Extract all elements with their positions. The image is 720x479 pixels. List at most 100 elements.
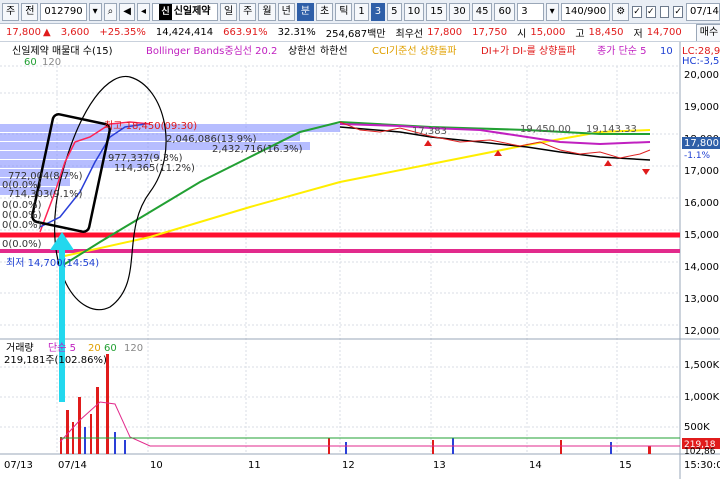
code-dropdown-icon[interactable]: ▾	[88, 2, 102, 21]
volume-ma-label: 단순 5	[48, 342, 76, 354]
legend-ma120: 120	[42, 57, 61, 68]
volume-bar	[560, 440, 562, 454]
volume-last-ma: 102,86	[684, 447, 716, 457]
open-label: 시	[517, 29, 527, 40]
time-axis-label: 10	[150, 460, 163, 471]
zero-label: 0(0.0%)	[2, 220, 42, 231]
checkbox-4[interactable]: ✓	[673, 5, 684, 18]
volume-bar	[610, 442, 612, 454]
prev-stock-icon[interactable]: ◂	[136, 2, 150, 21]
volume-ma20: 20	[88, 343, 101, 354]
sound-icon[interactable]: ◀	[119, 2, 135, 21]
up-arrow-icon: ▲	[43, 27, 51, 38]
chart-area[interactable]: 20,000 19,000 18,000 17,000 16,000 15,00…	[0, 42, 720, 479]
volume-ma60: 60	[104, 343, 117, 354]
volume-ma120: 120	[124, 343, 143, 354]
time-axis-label: 11	[248, 460, 261, 471]
quote-bar: 17,800 ▲ 3,600 +25.35% 14,424,414 663.91…	[0, 24, 720, 42]
volume-bar	[106, 354, 109, 454]
legend-cci: CCI기준선 상향돌파	[372, 45, 457, 57]
interval-45-button[interactable]: 45	[471, 2, 493, 21]
legend-upper: 상한선	[288, 45, 316, 57]
interval-5-button[interactable]: 5	[387, 2, 402, 21]
period-tick-tab[interactable]: 틱	[335, 2, 353, 21]
low-price: 14,700	[646, 27, 682, 38]
high-price: 18,450	[588, 27, 624, 38]
volume-bar	[84, 427, 86, 454]
volume-value: 14,424,414	[155, 27, 214, 38]
interval-15-button[interactable]: 15	[426, 2, 447, 21]
legend-ma60: 60	[24, 57, 37, 68]
price-axis-label: 17,000	[684, 166, 719, 177]
period-second-tab[interactable]: 초	[315, 2, 334, 21]
time-axis-label: 12	[342, 460, 355, 471]
period-minute-tab[interactable]: 분	[296, 2, 314, 21]
interval-60-button[interactable]: 60	[494, 2, 516, 21]
period-day-tab[interactable]: 일	[219, 2, 238, 21]
period-year-tab[interactable]: 년	[277, 2, 295, 21]
best-price-label: 최우선	[395, 29, 424, 40]
time-axis-label: 13	[433, 460, 446, 471]
time-axis-label: 14	[529, 460, 542, 471]
order-type-selector[interactable]: 전	[21, 2, 39, 21]
high-annotation: 최고 18,450(09:30)	[104, 120, 197, 132]
search-icon[interactable]: ⌕	[103, 2, 118, 21]
best-bid: 17,750	[472, 27, 508, 38]
low-label: 저	[633, 29, 643, 40]
stock-chart[interactable]: 20,000 19,000 18,000 17,000 16,000 15,00…	[0, 42, 720, 479]
price-axis-label: 20,000	[684, 70, 719, 81]
high-label: 고	[575, 29, 585, 40]
buy-button[interactable]: 매수	[695, 24, 720, 41]
price-axis-label: 14,000	[684, 262, 719, 273]
period-month-tab[interactable]: 월	[258, 2, 276, 21]
legend-close-ma: 종가 단순 5	[597, 45, 647, 57]
interval-1-button[interactable]: 1	[354, 2, 369, 21]
time-axis-label: 07/14	[58, 460, 87, 471]
interval-30-button[interactable]: 30	[448, 2, 470, 21]
right-annotation: 17,383	[412, 126, 447, 137]
trade-amount: 254,687백만	[325, 29, 386, 40]
right-annotation: 19,143.33	[586, 124, 637, 135]
best-ask: 17,800	[427, 27, 463, 38]
price-axis: 20,000 19,000 18,000 17,000 16,000 15,00…	[684, 70, 719, 337]
checkbox-3[interactable]	[659, 5, 670, 18]
date-input[interactable]: 07/14	[686, 2, 720, 21]
interval-dropdown-icon[interactable]: ▾	[545, 2, 559, 21]
volume-title: 거래량	[6, 342, 34, 354]
interval-combo[interactable]: 3	[517, 2, 544, 21]
price-change: 3,600	[60, 27, 90, 38]
market-selector[interactable]: 주	[2, 2, 20, 21]
volume-bar	[432, 440, 434, 454]
price-axis-label: 12,000	[684, 326, 719, 337]
right-annotation: 19,450.00	[520, 124, 571, 135]
current-change-text: -1.1%	[684, 151, 711, 161]
legend-hc: HC:-3,5	[682, 56, 719, 67]
stock-name-badge: 신	[159, 3, 172, 20]
legend-title: 신일제약 매물대 수(15)	[12, 45, 113, 57]
volume-bar	[345, 442, 347, 454]
checkbox-1[interactable]: ✓	[632, 5, 642, 18]
legend-lower: 하한선	[320, 44, 348, 57]
stock-name-field[interactable]: 신 신일제약	[151, 2, 218, 21]
stock-code-input[interactable]: 012790	[40, 2, 87, 21]
legend-ma10: 10	[660, 46, 673, 57]
interval-10-button[interactable]: 10	[403, 2, 425, 21]
time-axis-label: 15	[619, 460, 632, 471]
checkbox-2[interactable]: ✓	[645, 5, 656, 18]
zero-label: 0(0.0%)	[2, 180, 42, 191]
volume-bar	[648, 446, 651, 454]
data-count-input[interactable]: 140/900	[560, 2, 611, 21]
volume-bar	[90, 414, 92, 454]
price-axis-label: 19,000	[684, 102, 719, 113]
price-axis-label: 13,000	[684, 294, 719, 305]
open-price: 15,000	[530, 27, 566, 38]
volume-profile-label: 114,365(11.2%)	[114, 163, 195, 174]
price-axis-label: 15,000	[684, 230, 719, 241]
zero-label: 0(0.0%)	[2, 239, 42, 250]
volume-axis-label: 1,000K	[684, 392, 720, 403]
settings-icon[interactable]: ⚙	[612, 2, 630, 21]
time-axis-label: 07/13	[4, 460, 33, 471]
period-week-tab[interactable]: 주	[239, 2, 257, 21]
interval-3-button[interactable]: 3	[370, 2, 386, 21]
legend-di: DI+가 DI-를 상향돌파	[481, 45, 576, 57]
